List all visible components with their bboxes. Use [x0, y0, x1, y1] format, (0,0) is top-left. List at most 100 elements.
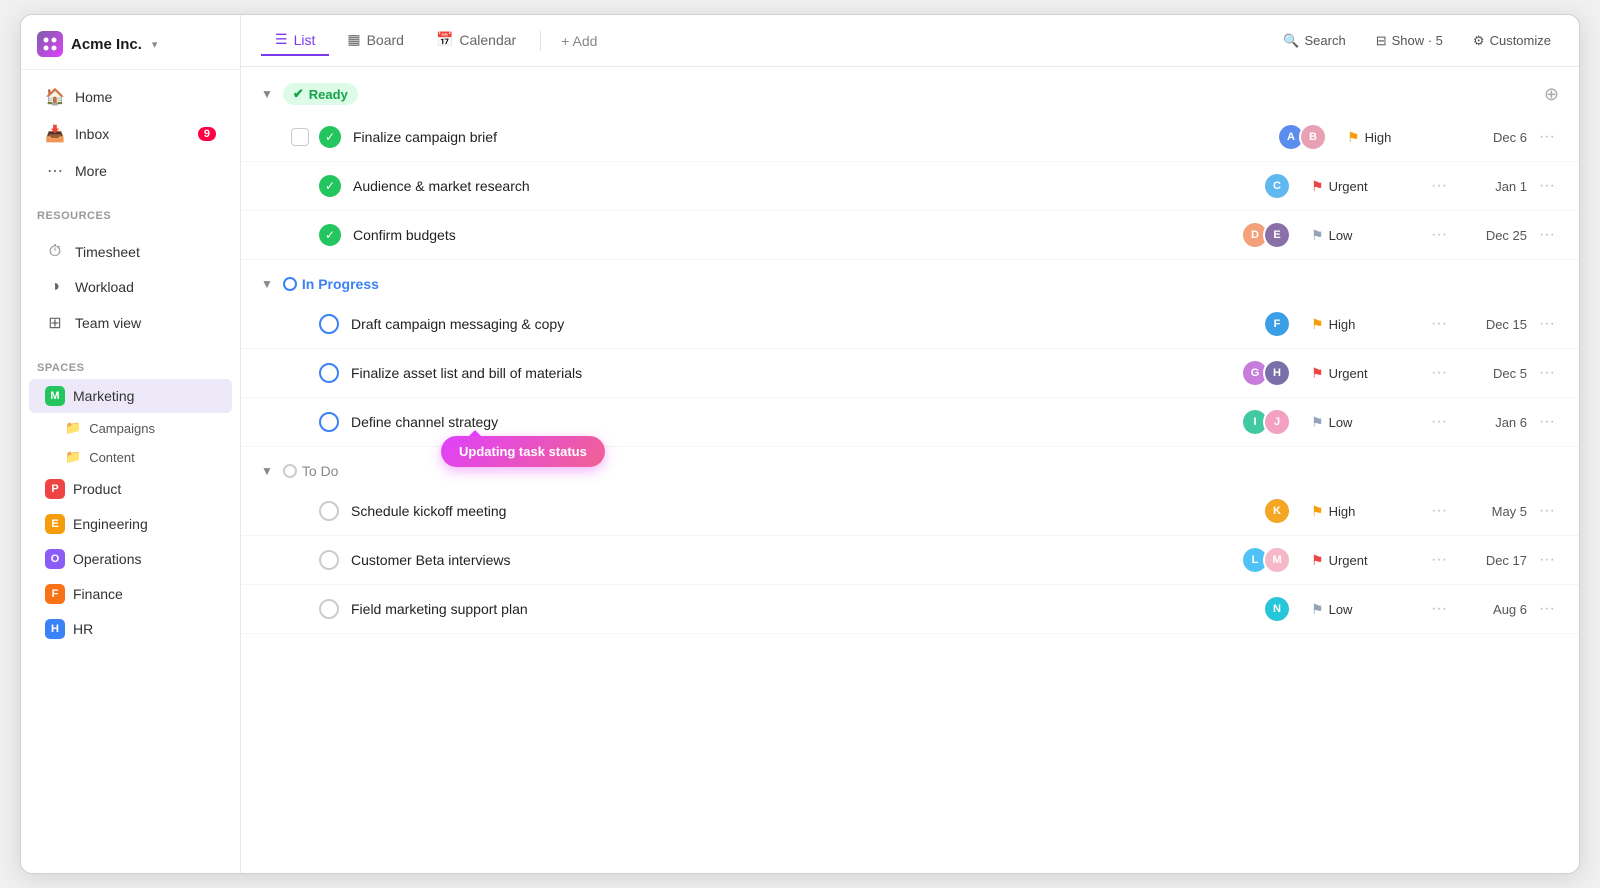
add-to-ready-button[interactable]: ⊕: [1544, 84, 1559, 105]
task-priority: ⚑ Urgent: [1311, 552, 1421, 569]
more-options-button[interactable]: ···: [1535, 224, 1559, 246]
task-priority: ⚑ Low: [1311, 227, 1421, 244]
task-avatars: C: [1263, 172, 1291, 200]
task-priority: ⚑ Urgent: [1311, 365, 1421, 382]
task-priority: ⚑ High: [1347, 129, 1457, 146]
dots-button[interactable]: ···: [1425, 411, 1453, 433]
search-button[interactable]: 🔍 Search: [1275, 28, 1353, 54]
sidebar-header[interactable]: Acme Inc. ▾: [21, 15, 240, 70]
spaces-list: M Marketing 📁 Campaigns 📁 Content P Prod…: [21, 378, 240, 647]
more-options-button[interactable]: ···: [1535, 500, 1559, 522]
sidebar-item-more-label: More: [75, 163, 107, 179]
company-name: Acme Inc.: [71, 36, 142, 53]
sidebar-item-more[interactable]: ⋯ More: [29, 153, 232, 189]
sidebar-item-product[interactable]: P Product: [29, 472, 232, 506]
task-row: Finalize asset list and bill of material…: [241, 349, 1579, 398]
task-status-circle[interactable]: [319, 599, 339, 619]
sidebar-item-hr[interactable]: H HR: [29, 612, 232, 646]
due-date: Dec 5: [1457, 366, 1527, 381]
task-avatars: K: [1263, 497, 1291, 525]
app-window: Acme Inc. ▾ 🏠 Home 📥 Inbox 9 ⋯ More Reso…: [20, 14, 1580, 874]
dots-button[interactable]: ···: [1425, 549, 1453, 571]
add-tab-button[interactable]: + Add: [551, 27, 607, 55]
avatar-img: M: [1265, 548, 1289, 572]
sidebar-item-home[interactable]: 🏠 Home: [29, 79, 232, 115]
task-status-done[interactable]: ✓: [319, 126, 341, 148]
sidebar-nav: 🏠 Home 📥 Inbox 9 ⋯ More: [21, 70, 240, 198]
sidebar-item-inbox[interactable]: 📥 Inbox 9: [29, 116, 232, 152]
dots-button[interactable]: ···: [1425, 598, 1453, 620]
ready-status-badge: ✔ Ready: [283, 83, 358, 105]
task-row: ✓ Confirm budgets D E ⚑ Low ··· Dec 25 ·…: [241, 211, 1579, 260]
task-status-done[interactable]: ✓: [319, 175, 341, 197]
sidebar-item-home-label: Home: [75, 89, 112, 105]
inbox-icon: 📥: [45, 124, 65, 144]
list-tab-label: List: [294, 32, 316, 48]
tab-calendar[interactable]: 📅 Calendar: [422, 25, 530, 56]
sidebar-item-campaigns[interactable]: 📁 Campaigns: [29, 414, 232, 442]
more-options-button[interactable]: ···: [1535, 362, 1559, 384]
due-date: May 5: [1457, 504, 1527, 519]
task-status-circle[interactable]: [319, 314, 339, 334]
collapse-todo-button[interactable]: ▼: [261, 464, 273, 478]
task-status-circle[interactable]: [319, 412, 339, 432]
more-options-button[interactable]: ···: [1535, 313, 1559, 335]
content-label: Content: [89, 450, 135, 465]
priority-label: High: [1329, 317, 1356, 332]
topbar-tabs: ☰ List ▦ Board 📅 Calendar + Add: [261, 25, 1275, 56]
dots-button[interactable]: ···: [1425, 362, 1453, 384]
sidebar-item-marketing[interactable]: M Marketing: [29, 379, 232, 413]
collapse-inprogress-button[interactable]: ▼: [261, 277, 273, 291]
sidebar-item-finance[interactable]: F Finance: [29, 577, 232, 611]
customize-button[interactable]: ⚙ Customize: [1465, 28, 1559, 54]
sidebar-item-workload-label: Workload: [75, 279, 134, 295]
task-name: Audience & market research: [353, 178, 1263, 194]
task-checkbox[interactable]: [291, 128, 309, 146]
priority-label: High: [1365, 130, 1392, 145]
priority-label: Urgent: [1329, 553, 1368, 568]
avatar-img: F: [1265, 312, 1289, 336]
priority-label: Low: [1329, 602, 1353, 617]
dots-button[interactable]: ···: [1425, 175, 1453, 197]
dots-button[interactable]: ···: [1425, 313, 1453, 335]
topbar-actions: 🔍 Search ⊟ Show · 5 ⚙ Customize: [1275, 28, 1559, 54]
task-priority: ⚑ High: [1311, 316, 1421, 333]
sidebar-item-workload[interactable]: ◑ Workload: [29, 270, 232, 304]
main-panel: ☰ List ▦ Board 📅 Calendar + Add 🔍: [241, 15, 1579, 873]
search-label: Search: [1305, 33, 1346, 48]
task-priority: ⚑ High: [1311, 503, 1421, 520]
sidebar-item-engineering[interactable]: E Engineering: [29, 507, 232, 541]
more-options-button[interactable]: ···: [1535, 126, 1559, 148]
tab-board[interactable]: ▦ Board: [333, 25, 418, 56]
due-date: Dec 17: [1457, 553, 1527, 568]
task-status-circle[interactable]: [319, 501, 339, 521]
more-options-button[interactable]: ···: [1535, 411, 1559, 433]
sidebar-item-timesheet[interactable]: ⏱ Timesheet: [29, 235, 232, 269]
sidebar-item-operations[interactable]: O Operations: [29, 542, 232, 576]
task-name: Customer Beta interviews: [351, 552, 1241, 568]
task-row: Define channel strategy I J ⚑ Low ··· Ja…: [241, 398, 1579, 447]
task-status-circle[interactable]: [319, 550, 339, 570]
avatar: F: [1263, 310, 1291, 338]
dots-button[interactable]: ···: [1425, 224, 1453, 246]
sidebar-item-content[interactable]: 📁 Content: [29, 443, 232, 471]
more-options-button[interactable]: ···: [1535, 598, 1559, 620]
task-status-done[interactable]: ✓: [319, 224, 341, 246]
priority-flag-icon: ⚑: [1311, 178, 1324, 195]
due-date: Jan 1: [1457, 179, 1527, 194]
sidebar-item-teamview[interactable]: ⊞ Team view: [29, 305, 232, 341]
more-options-button[interactable]: ···: [1535, 549, 1559, 571]
more-options-button[interactable]: ···: [1535, 175, 1559, 197]
collapse-ready-button[interactable]: ▼: [261, 87, 273, 101]
chevron-down-icon: ▾: [152, 38, 158, 51]
topbar: ☰ List ▦ Board 📅 Calendar + Add 🔍: [241, 15, 1579, 67]
show-button[interactable]: ⊟ Show · 5: [1368, 28, 1451, 54]
tab-list[interactable]: ☰ List: [261, 25, 329, 56]
task-priority: ⚑ Low: [1311, 601, 1421, 618]
priority-flag-icon: ⚑: [1311, 414, 1324, 431]
gear-icon: ⚙: [1473, 33, 1485, 49]
due-date: Dec 25: [1457, 228, 1527, 243]
dots-button[interactable]: ···: [1425, 500, 1453, 522]
task-status-circle[interactable]: [319, 363, 339, 383]
priority-flag-icon: ⚑: [1311, 365, 1324, 382]
